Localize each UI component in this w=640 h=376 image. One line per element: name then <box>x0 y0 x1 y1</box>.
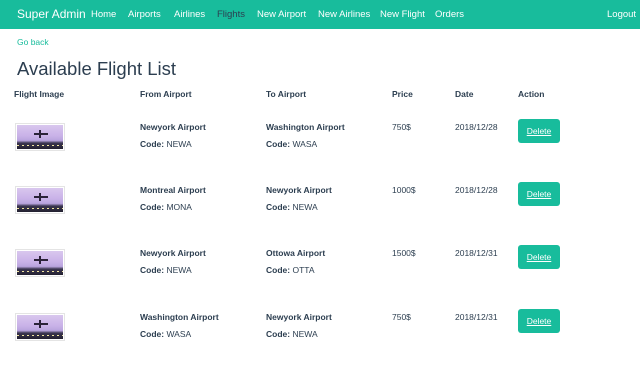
price: 1500$ <box>392 248 416 258</box>
nav-new-flight[interactable]: New Flight <box>380 9 425 20</box>
date: 2018/12/28 <box>455 185 498 195</box>
nav-flights[interactable]: Flights <box>217 9 245 20</box>
to-airport-name: Newyork Airport <box>266 312 332 322</box>
header-to-airport: To Airport <box>266 89 307 99</box>
nav-new-airport[interactable]: New Airport <box>257 9 306 20</box>
table-row: Newyork Airport Code: NEWA Ottowa Airpor… <box>0 245 640 312</box>
nav-new-airlines[interactable]: New Airlines <box>318 9 370 20</box>
page-title: Available Flight List <box>17 58 177 79</box>
table-row: Newyork Airport Code: NEWA Washington Ai… <box>0 119 640 186</box>
date: 2018/12/31 <box>455 312 498 322</box>
delete-button[interactable]: Delete <box>518 119 560 143</box>
from-airport-name: Washington Airport <box>140 312 219 322</box>
from-airport-code: Code: MONA <box>140 202 192 212</box>
from-airport-code: Code: WASA <box>140 329 192 339</box>
table-row: Washington Airport Code: WASA Newyork Ai… <box>0 309 640 376</box>
flight-image <box>15 186 65 214</box>
from-airport-name: Newyork Airport <box>140 122 206 132</box>
flight-image <box>15 313 65 341</box>
to-airport-name: Ottowa Airport <box>266 248 326 258</box>
nav-orders[interactable]: Orders <box>435 9 464 20</box>
table-row: Montreal Airport Code: MONA Newyork Airp… <box>0 182 640 249</box>
go-back-link[interactable]: Go back <box>17 37 49 47</box>
nav-home[interactable]: Home <box>91 9 116 20</box>
delete-button[interactable]: Delete <box>518 309 560 333</box>
to-airport-name: Newyork Airport <box>266 185 332 195</box>
date: 2018/12/31 <box>455 248 498 258</box>
from-airport-name: Montreal Airport <box>140 185 206 195</box>
delete-button[interactable]: Delete <box>518 182 560 206</box>
to-airport-code: Code: NEWA <box>266 329 318 339</box>
price: 1000$ <box>392 185 416 195</box>
nav-airlines[interactable]: Airlines <box>174 9 205 20</box>
delete-button[interactable]: Delete <box>518 245 560 269</box>
from-airport-name: Newyork Airport <box>140 248 206 258</box>
header-action: Action <box>518 89 545 99</box>
price: 750$ <box>392 122 411 132</box>
header-flight-image: Flight Image <box>14 89 65 99</box>
header-price: Price <box>392 89 413 99</box>
header-from-airport: From Airport <box>140 89 192 99</box>
top-navbar: Super Admin Home Airports Airlines Fligh… <box>0 0 640 29</box>
flight-image <box>15 123 65 151</box>
price: 750$ <box>392 312 411 322</box>
from-airport-code: Code: NEWA <box>140 139 192 149</box>
to-airport-name: Washington Airport <box>266 122 345 132</box>
date: 2018/12/28 <box>455 122 498 132</box>
to-airport-code: Code: NEWA <box>266 202 318 212</box>
logout-link[interactable]: Logout <box>607 9 636 20</box>
nav-airports[interactable]: Airports <box>128 9 161 20</box>
flight-image <box>15 249 65 277</box>
to-airport-code: Code: WASA <box>266 139 318 149</box>
to-airport-code: Code: OTTA <box>266 265 315 275</box>
header-date: Date <box>455 89 474 99</box>
from-airport-code: Code: NEWA <box>140 265 192 275</box>
brand-link[interactable]: Super Admin <box>17 7 86 21</box>
